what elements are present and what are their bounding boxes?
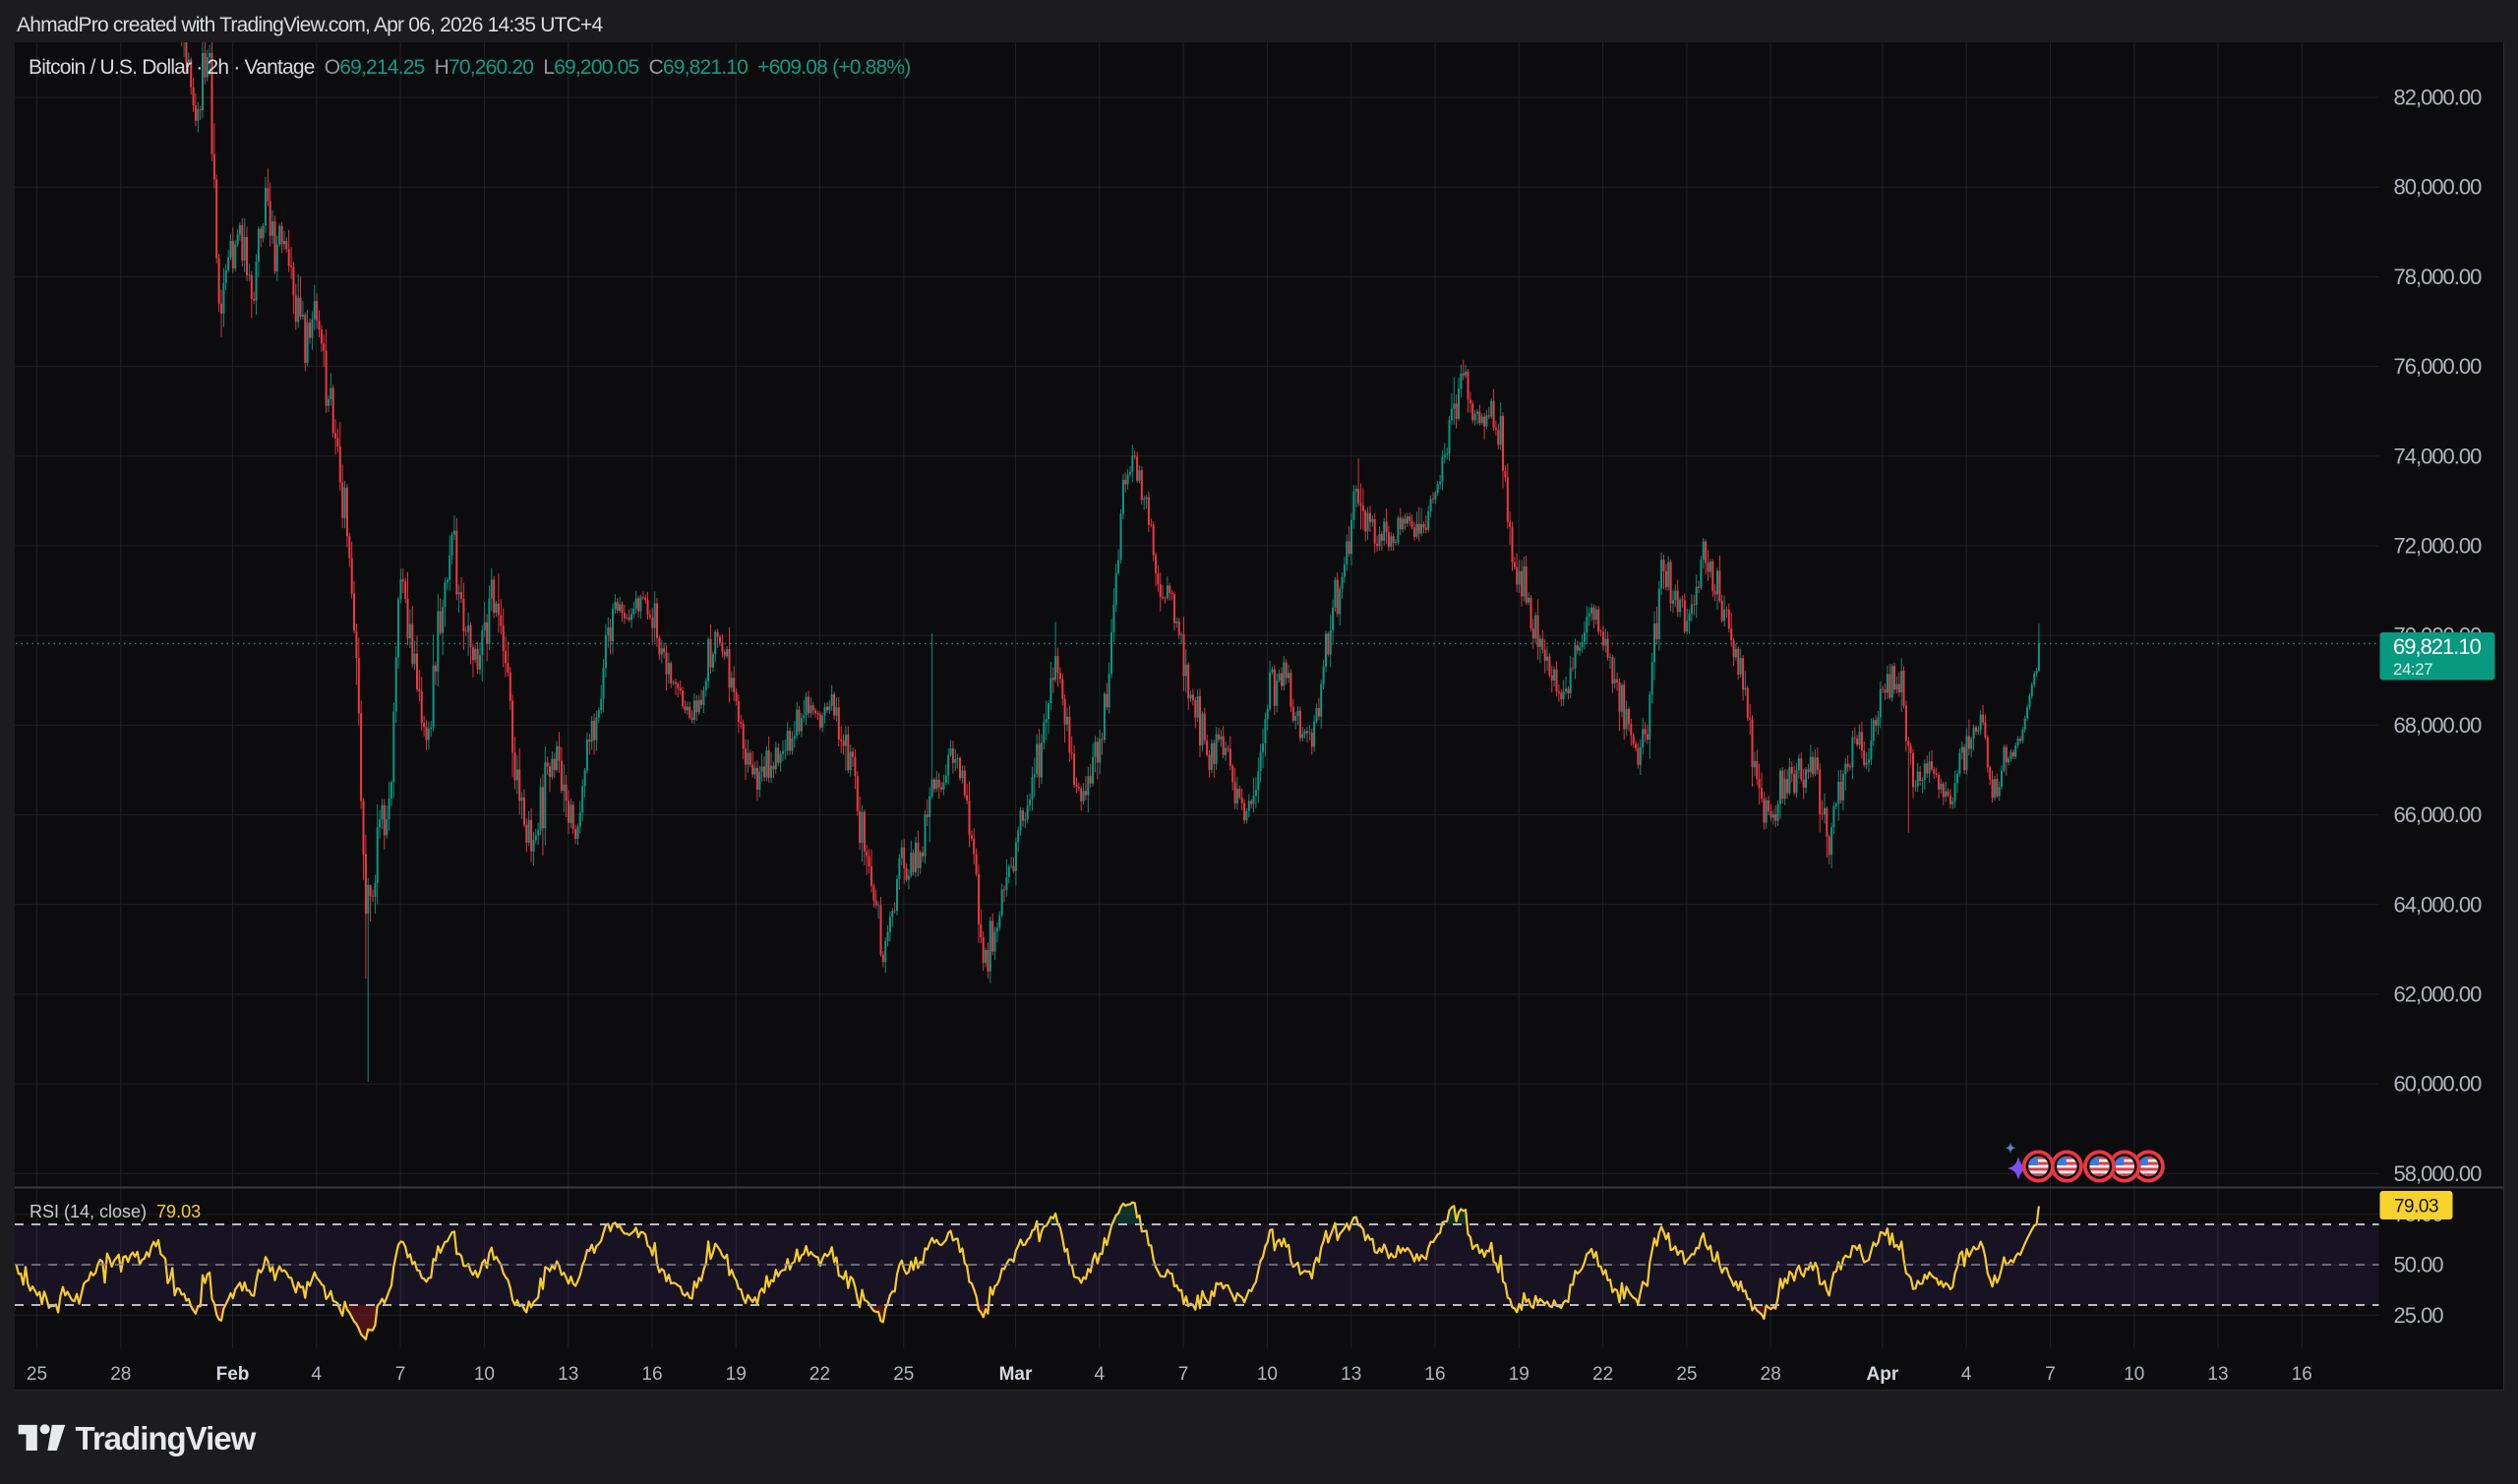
svg-text:19: 19 (726, 1364, 747, 1385)
svg-text:AhmadPro created with TradingV: AhmadPro created with TradingView.com, A… (17, 14, 603, 36)
svg-text:7: 7 (1178, 1364, 1189, 1385)
svg-text:Mar: Mar (999, 1364, 1033, 1385)
svg-text:60,000.00: 60,000.00 (2394, 1072, 2483, 1097)
svg-text:28: 28 (1761, 1364, 1781, 1385)
svg-text:50.00: 50.00 (2394, 1253, 2444, 1277)
svg-text:19: 19 (1509, 1364, 1529, 1385)
svg-text:82,000.00: 82,000.00 (2394, 86, 2483, 110)
svg-text:22: 22 (1592, 1364, 1613, 1385)
svg-text:Feb: Feb (216, 1364, 250, 1385)
svg-text:78,000.00: 78,000.00 (2394, 265, 2483, 289)
svg-text:4: 4 (1961, 1364, 1972, 1385)
svg-text:10: 10 (2124, 1364, 2144, 1385)
svg-text:74,000.00: 74,000.00 (2394, 444, 2483, 468)
svg-text:25: 25 (893, 1364, 914, 1385)
svg-text:58,000.00: 58,000.00 (2394, 1161, 2483, 1186)
svg-text:4: 4 (1095, 1364, 1106, 1385)
svg-text:79.03: 79.03 (2394, 1197, 2438, 1217)
svg-text:16: 16 (2292, 1364, 2312, 1385)
svg-text:64,000.00: 64,000.00 (2394, 892, 2483, 917)
svg-text:10: 10 (474, 1364, 495, 1385)
svg-text:4: 4 (312, 1364, 323, 1385)
svg-text:24:27: 24:27 (2393, 660, 2432, 679)
svg-text:80,000.00: 80,000.00 (2394, 175, 2483, 200)
svg-text:62,000.00: 62,000.00 (2394, 982, 2483, 1007)
svg-text:22: 22 (809, 1364, 830, 1385)
svg-text:25: 25 (1676, 1364, 1697, 1385)
svg-text:16: 16 (1424, 1364, 1445, 1385)
svg-text:Bitcoin / U.S. Dollar · 2h · V: Bitcoin / U.S. Dollar · 2h · Vantage O69… (29, 56, 910, 79)
svg-text:76,000.00: 76,000.00 (2394, 354, 2483, 379)
svg-text:25.00: 25.00 (2394, 1303, 2444, 1328)
svg-text:68,000.00: 68,000.00 (2394, 713, 2483, 738)
svg-text:10: 10 (1257, 1364, 1278, 1385)
svg-text:Apr: Apr (1867, 1364, 1899, 1385)
svg-text:72,000.00: 72,000.00 (2394, 534, 2483, 559)
svg-text:13: 13 (2207, 1364, 2228, 1385)
svg-text:69,821.10: 69,821.10 (2393, 634, 2482, 659)
svg-text:RSI (14, close) 79.03: RSI (14, close) 79.03 (30, 1202, 201, 1221)
svg-text:16: 16 (641, 1364, 662, 1385)
svg-text:13: 13 (1341, 1364, 1361, 1385)
svg-text:13: 13 (558, 1364, 578, 1385)
svg-text:66,000.00: 66,000.00 (2394, 802, 2483, 827)
svg-text:7: 7 (2045, 1364, 2056, 1385)
svg-text:25: 25 (27, 1364, 47, 1385)
svg-text:28: 28 (110, 1364, 131, 1385)
svg-text:TradingView: TradingView (76, 1420, 257, 1456)
svg-text:7: 7 (395, 1364, 406, 1385)
